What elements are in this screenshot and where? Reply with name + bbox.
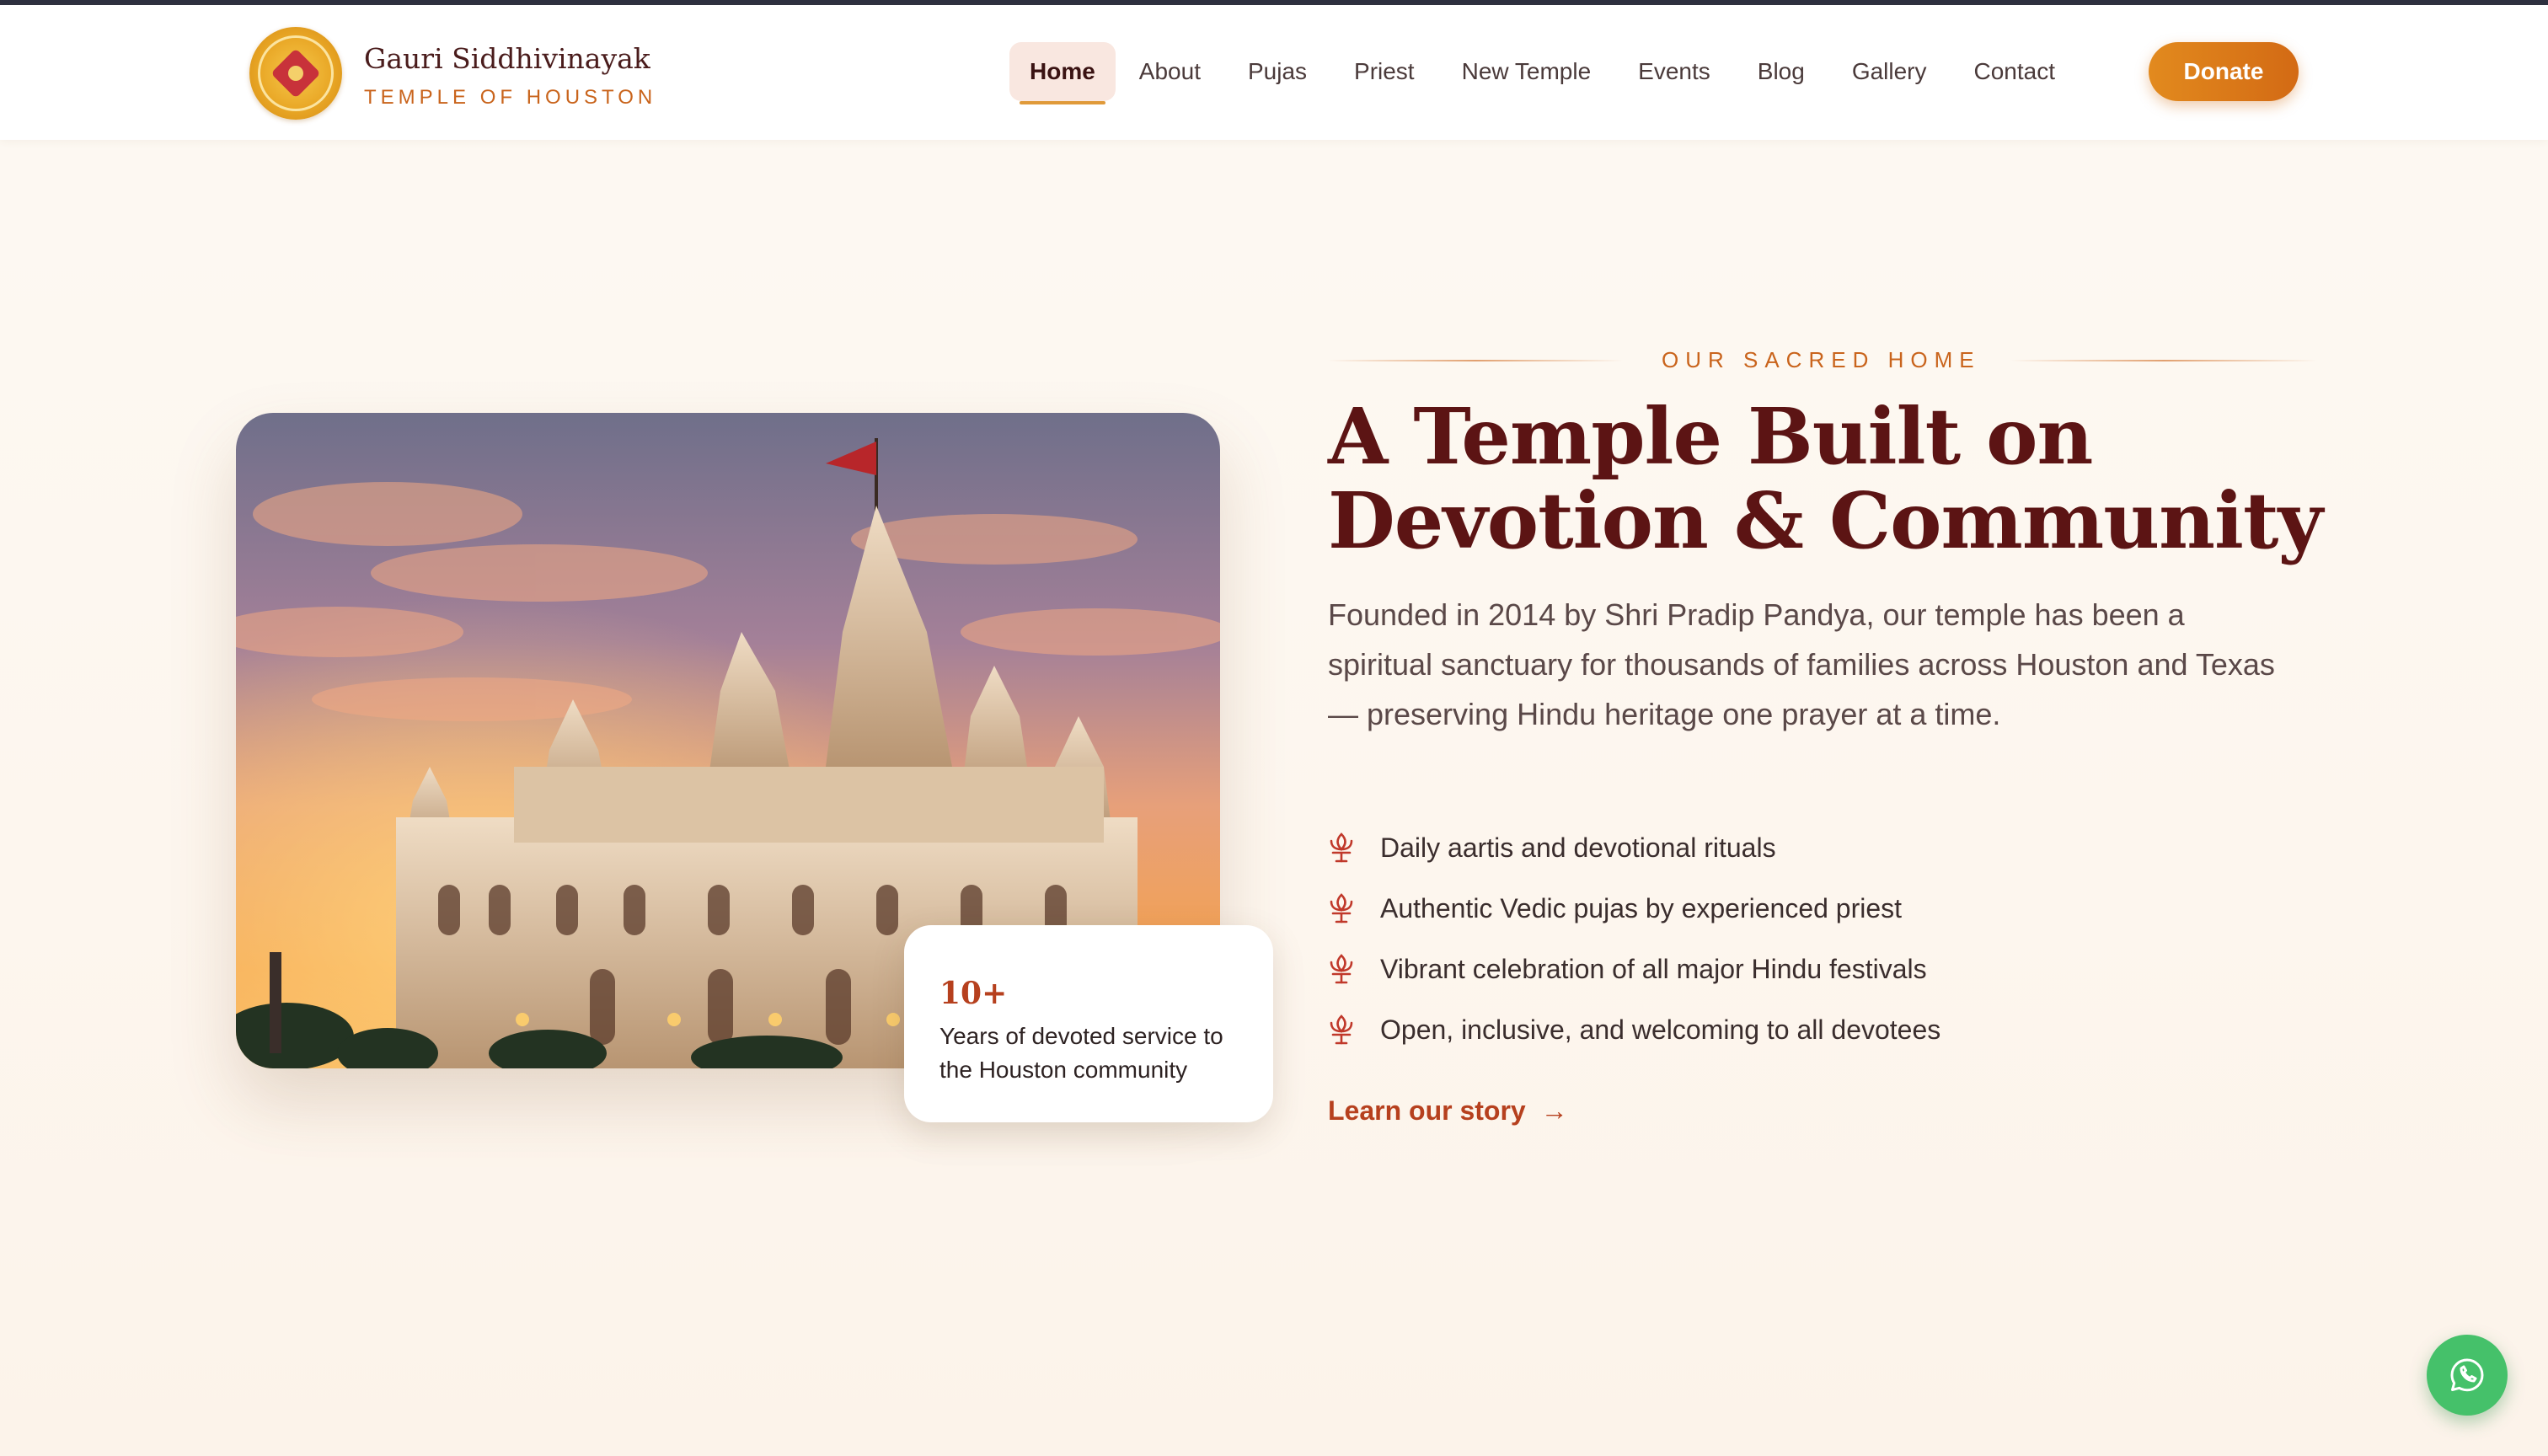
- list-item: Authentic Vedic pujas by experienced pri…: [1328, 878, 1940, 939]
- learn-link-label: Learn our story: [1328, 1095, 1526, 1126]
- feature-text: Authentic Vedic pujas by experienced pri…: [1380, 892, 1903, 923]
- brand-name[interactable]: Gauri Siddhivinayak: [364, 42, 650, 75]
- feature-text: Open, inclusive, and welcoming to all de…: [1380, 1014, 1941, 1045]
- temple-seal-icon[interactable]: [249, 27, 342, 120]
- eyebrow-label: OUR SACRED HOME: [1662, 347, 1981, 372]
- nav-item-home[interactable]: Home: [1009, 42, 1116, 104]
- nav-item-new-temple[interactable]: New Temple: [1438, 42, 1615, 101]
- brand-subtitle[interactable]: TEMPLE OF HOUSTON: [364, 86, 656, 110]
- eyebrow-line-right: [2010, 360, 2317, 361]
- lotus-icon: [1330, 832, 1353, 863]
- whatsapp-icon: [2450, 1358, 2484, 1392]
- feature-list: Daily aartis and devotional rituals Auth…: [1328, 817, 1940, 1060]
- list-item: Open, inclusive, and welcoming to all de…: [1328, 999, 1940, 1060]
- feature-text: Daily aartis and devotional rituals: [1380, 832, 1776, 863]
- donate-button[interactable]: Donate: [2149, 42, 2299, 101]
- hero-lead: Founded in 2014 by Shri Pradip Pandya, o…: [1328, 597, 2275, 731]
- nav-item-events[interactable]: Events: [1614, 42, 1734, 101]
- nav-item-priest[interactable]: Priest: [1330, 42, 1438, 101]
- lotus-icon: [1330, 893, 1353, 923]
- nav-item-contact[interactable]: Contact: [1951, 42, 2080, 101]
- main-nav: Home About Pujas Priest New Temple Event…: [1009, 42, 2080, 104]
- lotus-icon: [1330, 1014, 1353, 1045]
- stat-text: Years of devoted service to the Houston …: [939, 1023, 1223, 1083]
- eyebrow-line-left: [1328, 360, 1623, 361]
- stat-number: 10+: [939, 976, 1008, 1011]
- nav-item-gallery[interactable]: Gallery: [1828, 42, 1951, 101]
- lotus-icon: [1330, 954, 1353, 984]
- eyebrow-row: OUR SACRED HOME: [1328, 344, 2317, 377]
- nav-item-blog[interactable]: Blog: [1734, 42, 1828, 101]
- list-item: Vibrant celebration of all major Hindu f…: [1328, 939, 1940, 999]
- logo-dot: [288, 66, 303, 81]
- nav-item-pujas[interactable]: Pujas: [1224, 42, 1330, 101]
- list-item: Daily aartis and devotional rituals: [1328, 817, 1940, 878]
- nav-item-about[interactable]: About: [1116, 42, 1224, 101]
- arrow-right-icon: →: [1540, 1095, 1568, 1126]
- site-header: Gauri Siddhivinayak TEMPLE OF HOUSTON Ho…: [0, 5, 2548, 140]
- hero-headline: A Temple Built on Devotion & Community: [1328, 391, 2323, 566]
- whatsapp-button[interactable]: [2427, 1335, 2508, 1416]
- stat-card: 10+ Years of devoted service to the Hous…: [904, 925, 1273, 1122]
- learn-our-story-link[interactable]: Learn our story →: [1328, 1095, 1568, 1127]
- feature-text: Vibrant celebration of all major Hindu f…: [1380, 953, 1927, 984]
